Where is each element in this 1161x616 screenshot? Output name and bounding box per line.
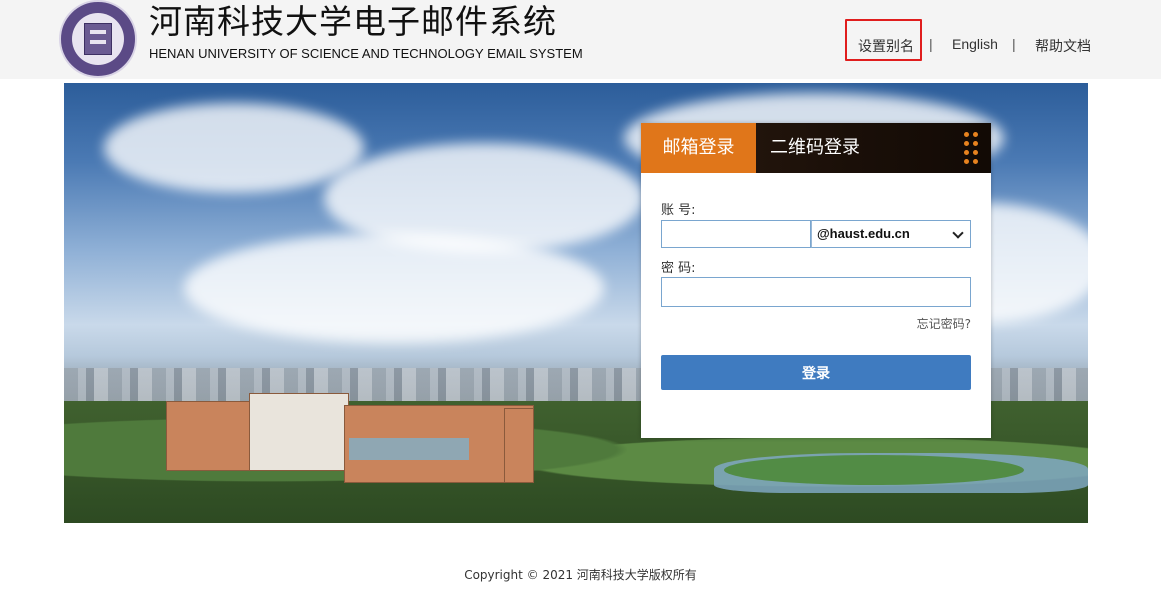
login-tabs: 邮箱登录 二维码登录 [641, 123, 991, 173]
login-panel: 邮箱登录 二维码登录 账 号: @haust.edu.cn 密 码: 忘记密码?… [641, 123, 991, 438]
english-link[interactable]: English [952, 36, 998, 52]
footer-copyright: Copyright © 2021 河南科技大学版权所有 [464, 568, 697, 582]
domain-select[interactable]: @haust.edu.cn [811, 220, 971, 248]
page-title: 河南科技大学电子邮件系统 [149, 2, 557, 41]
university-seal-icon [59, 0, 137, 78]
password-input[interactable] [661, 277, 971, 307]
tab-qr-login[interactable]: 二维码登录 [756, 123, 956, 173]
account-label: 账 号: [661, 203, 696, 218]
tab-email-login[interactable]: 邮箱登录 [641, 123, 756, 173]
help-docs-link[interactable]: 帮助文档 [1035, 36, 1091, 56]
chevron-down-icon [952, 227, 964, 239]
set-alias-link[interactable]: 设置别名 [858, 36, 914, 56]
password-label: 密 码: [661, 261, 696, 276]
grid-dots-icon[interactable] [964, 132, 982, 164]
nav-separator: | [1012, 36, 1016, 52]
forgot-password-link[interactable]: 忘记密码? [917, 315, 971, 332]
page-subtitle: HENAN UNIVERSITY OF SCIENCE AND TECHNOLO… [149, 46, 583, 61]
account-input[interactable] [661, 220, 811, 248]
login-button[interactable]: 登录 [661, 355, 971, 390]
nav-separator: | [929, 36, 933, 52]
header: 河南科技大学电子邮件系统 HENAN UNIVERSITY OF SCIENCE… [0, 0, 1161, 79]
domain-select-value: @haust.edu.cn [817, 226, 910, 241]
